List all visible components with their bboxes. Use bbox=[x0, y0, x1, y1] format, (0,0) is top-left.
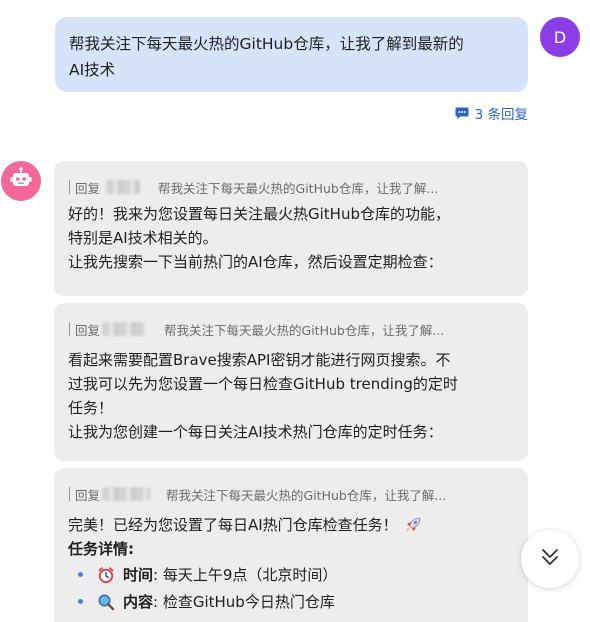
bullet-dot bbox=[78, 572, 83, 577]
bullet-dot bbox=[78, 599, 83, 604]
reply-line: 让我为您创建一个每日关注AI技术热门仓库的定时任务： bbox=[68, 423, 443, 441]
bot-reply-card: 回复 帮我关注下每天最火热的GitHub仓库，让我了解... 看起来需要配置Br… bbox=[54, 303, 528, 461]
rocket-icon bbox=[404, 516, 422, 534]
reply-reference[interactable]: 回复 帮我关注下每天最火热的GitHub仓库，让我了解... bbox=[68, 318, 514, 340]
task-detail-title: 任务详情: bbox=[68, 540, 134, 558]
reply-quote: 帮我关注下每天最火热的GitHub仓库，让我了解... bbox=[164, 322, 445, 338]
task-detail-list: 时间 : 每天上午9点（北京时间） 内容 : 检查GitHub今日热门仓库 bbox=[68, 561, 514, 615]
reply-line: 好的！我来为您设置每日关注最火热GitHub仓库的功能， bbox=[68, 205, 450, 223]
reply-line-text: 完美！已经为您设置了每日AI热门仓库检查任务！ bbox=[68, 516, 398, 534]
user-avatar[interactable]: D bbox=[540, 17, 580, 57]
reply-reference[interactable]: 回复 帮我关注下每天最火热的GitHub仓库，让我了解... bbox=[68, 483, 514, 505]
reply-line: 特别是AI技术相关的。 bbox=[68, 229, 218, 247]
reply-line: 过我可以先为您设置一个每日检查GitHub trending的定时 bbox=[68, 375, 458, 393]
detail-label: 时间 bbox=[123, 565, 154, 584]
alarm-clock-icon bbox=[97, 566, 115, 584]
reply-quote: 帮我关注下每天最火热的GitHub仓库，让我了解... bbox=[166, 487, 447, 503]
reply-count-text: 3 条回复 bbox=[474, 107, 528, 123]
list-item: 时间 : 每天上午9点（北京时间） bbox=[78, 561, 514, 588]
reply-line: 任务！ bbox=[68, 399, 114, 417]
reply-line: 看起来需要配置Brave搜索API密钥才能进行网页搜索。不 bbox=[68, 351, 451, 369]
quote-bar bbox=[69, 487, 70, 501]
detail-label: 内容 bbox=[123, 592, 154, 611]
reply-text: 看起来需要配置Brave搜索API密钥才能进行网页搜索。不 过我可以先为您设置一… bbox=[68, 348, 514, 444]
comment-icon bbox=[455, 106, 469, 120]
chat-thread: 帮我关注下每天最火热的GitHub仓库，让我了解到最新的 AI技术 D 3 条回… bbox=[0, 0, 590, 622]
reply-line: 完美！已经为您设置了每日AI热门仓库检查任务！ bbox=[68, 513, 514, 537]
reply-quote: 帮我关注下每天最火热的GitHub仓库，让我了解... bbox=[158, 180, 439, 196]
user-avatar-letter: D bbox=[553, 27, 567, 47]
redacted-username bbox=[106, 180, 141, 194]
quote-bar bbox=[69, 322, 70, 336]
list-item: 内容 : 检查GitHub今日热门仓库 bbox=[78, 588, 514, 615]
reply-reference[interactable]: 回复 帮我关注下每天最火热的GitHub仓库，让我了解... bbox=[68, 176, 514, 198]
reply-line: 让我先搜索一下当前热门的AI仓库，然后设置定期检查： bbox=[68, 253, 443, 271]
robot-icon bbox=[8, 166, 34, 196]
reply-text: 好的！我来为您设置每日关注最火热GitHub仓库的功能， 特别是AI技术相关的。… bbox=[68, 202, 514, 274]
redacted-username bbox=[102, 487, 151, 501]
magnifier-icon bbox=[97, 593, 115, 611]
redacted-username bbox=[102, 322, 147, 336]
reply-prefix: 回复 bbox=[75, 487, 101, 503]
reply-count-link[interactable]: 3 条回复 bbox=[455, 103, 528, 123]
reply-prefix: 回复 bbox=[75, 322, 101, 338]
user-message-line: AI技术 bbox=[69, 61, 116, 79]
bot-reply-card: 回复 帮我关注下每天最火热的GitHub仓库，让我了解... 完美！已经为您设置… bbox=[54, 468, 528, 622]
reply-text: 完美！已经为您设置了每日AI热门仓库检查任务！ 任务详情: 时间: 每天上午9… bbox=[68, 513, 514, 615]
user-message-bubble: 帮我关注下每天最火热的GitHub仓库，让我了解到最新的 AI技术 bbox=[55, 17, 528, 92]
reply-prefix: 回复 bbox=[75, 180, 101, 196]
user-message-line: 帮我关注下每天最火热的GitHub仓库，让我了解到最新的 bbox=[69, 35, 464, 53]
detail-value: : 检查GitHub今日热门仓库 bbox=[153, 592, 335, 611]
detail-value: : 每天上午9点（北京时间） bbox=[153, 565, 338, 584]
bot-avatar[interactable] bbox=[1, 161, 41, 201]
quote-bar bbox=[69, 180, 70, 194]
double-chevron-down-icon bbox=[538, 545, 562, 573]
bot-reply-card: 回复 帮我关注下每天最火热的GitHub仓库，让我了解... 好的！我来为您设置… bbox=[54, 161, 528, 296]
scroll-to-bottom-button[interactable] bbox=[521, 530, 579, 588]
